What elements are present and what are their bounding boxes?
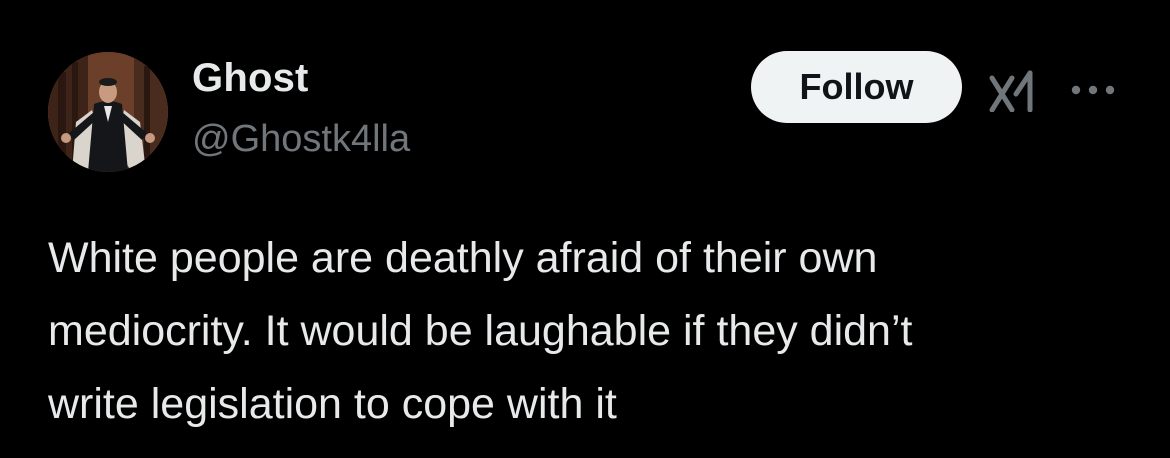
tweet-card: Ghost @Ghostk4lla Follow White people ar… <box>0 0 1170 458</box>
author-display-name[interactable]: Ghost <box>192 56 309 101</box>
author-handle[interactable]: @Ghostk4lla <box>192 118 410 161</box>
tweet-text: White people are deathly afraid of their… <box>48 234 913 428</box>
more-dots-icon[interactable] <box>1068 80 1118 100</box>
grok-icon[interactable] <box>988 70 1042 112</box>
avatar-photo <box>48 52 168 172</box>
follow-button[interactable]: Follow <box>751 51 962 123</box>
avatar[interactable] <box>48 52 168 172</box>
